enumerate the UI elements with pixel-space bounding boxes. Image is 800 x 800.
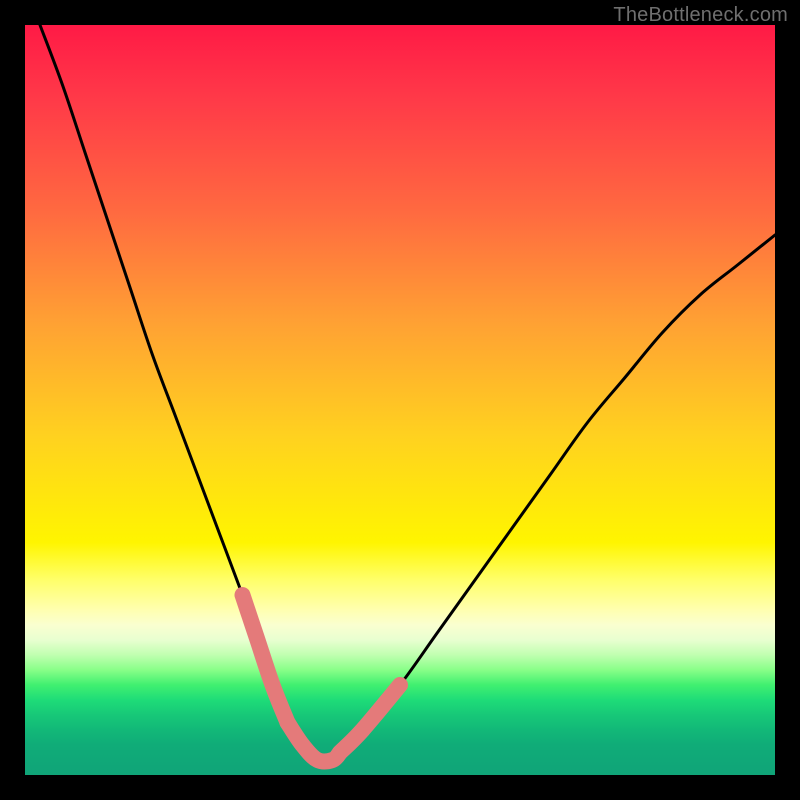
curve-svg xyxy=(25,25,775,775)
watermark-label: TheBottleneck.com xyxy=(613,4,788,27)
highlight-segment-0 xyxy=(243,595,288,723)
chart-frame: TheBottleneck.com xyxy=(0,0,800,800)
bottleneck-curve xyxy=(40,25,775,762)
highlight-segment-2 xyxy=(340,685,400,753)
plot-area xyxy=(25,25,775,775)
highlight-segment-1 xyxy=(288,723,341,762)
highlight-group xyxy=(243,595,401,762)
